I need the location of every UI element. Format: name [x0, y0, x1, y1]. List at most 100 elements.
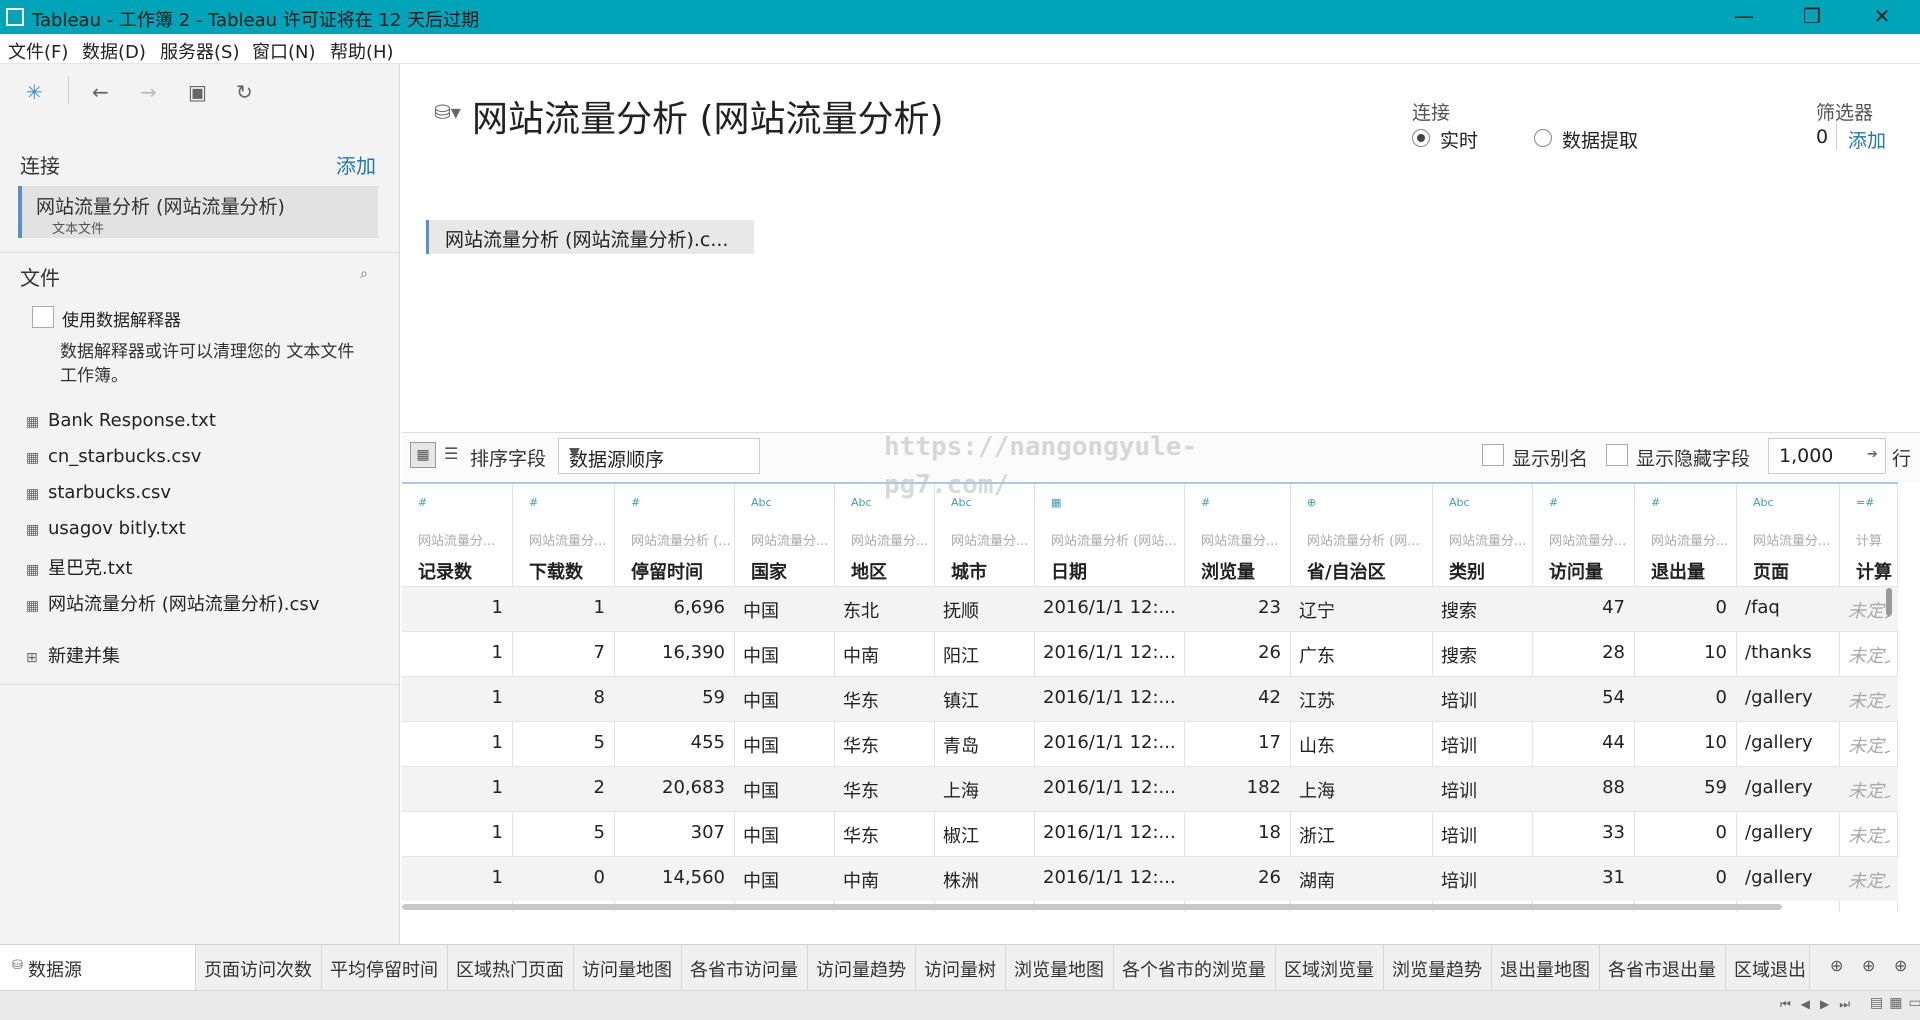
sheet-tab[interactable]: 退出量地图	[1492, 945, 1600, 991]
field-type-icon[interactable]: ⊕	[1307, 496, 1316, 509]
sheet-tab[interactable]: 访问量树	[916, 945, 1006, 991]
search-icon[interactable]: ⌕	[360, 266, 368, 282]
restore-button[interactable]: ❐	[1782, 0, 1842, 34]
add-connection-link[interactable]: 添加	[336, 150, 376, 179]
menu-data[interactable]: 数据(D)	[82, 38, 146, 64]
table-cell: 2016/1/1 12:...	[1043, 867, 1176, 888]
file-item[interactable]: ▦ Bank Response.txt	[26, 410, 216, 431]
sheet-tab[interactable]: 区域退出	[1726, 945, 1810, 991]
field-type-icon[interactable]: Abc	[1449, 496, 1470, 509]
column-source: 网站流量分...	[851, 534, 929, 549]
field-type-icon[interactable]: Abc	[851, 496, 872, 509]
tab-data-source[interactable]: 数据源	[0, 945, 196, 991]
field-type-icon[interactable]: #	[1651, 496, 1660, 509]
show-hidden-checkbox[interactable]	[1606, 444, 1628, 466]
live-radio[interactable]	[1412, 129, 1430, 147]
data-source-title[interactable]: 网站流量分析 (网站流量分析)	[472, 90, 944, 142]
sheet-tab[interactable]: 浏览量地图	[1006, 945, 1114, 991]
file-item[interactable]: ▦ usagov bitly.txt	[26, 518, 186, 539]
column-header[interactable]: 下载数	[529, 558, 611, 584]
connection-card[interactable]: 网站流量分析 (网站流量分析) 文本文件	[18, 186, 378, 238]
new-dashboard-icon[interactable]: ⊕	[1862, 956, 1875, 975]
view-mode-icons[interactable]: ▤▦▭	[1870, 995, 1920, 1011]
list-view-icon[interactable]: ☰	[444, 444, 458, 463]
table-cell: 1	[491, 777, 503, 798]
field-type-icon[interactable]: #	[529, 496, 538, 509]
file-item[interactable]: ▦ cn_starbucks.csv	[26, 446, 201, 467]
table-cell: 0	[1715, 867, 1727, 888]
field-type-icon[interactable]: #	[631, 496, 640, 509]
horizontal-scrollbar[interactable]	[402, 904, 1782, 910]
menu-help[interactable]: 帮助(H)	[330, 38, 394, 64]
field-type-icon[interactable]: #	[1201, 496, 1210, 509]
sheet-tab[interactable]: 访问量趋势	[808, 945, 916, 991]
data-source-pane: ✳ ← → ▣ ↻ 连接 添加 网站流量分析 (网站流量分析) 文本文件 文件 …	[0, 64, 400, 944]
database-icon[interactable]: ⛁▾	[434, 100, 461, 124]
back-arrow-icon[interactable]: ←	[92, 80, 109, 104]
column-header[interactable]: 日期	[1051, 558, 1181, 584]
new-story-icon[interactable]: ⊕	[1894, 956, 1907, 975]
sheet-tab[interactable]: 访问量地图	[574, 945, 682, 991]
interpreter-description: 数据解释器或许可以清理您的 文本文件 工作簿。	[60, 342, 355, 386]
table-cell: /gallery	[1745, 867, 1813, 888]
column-source: 网站流量分析 (...	[631, 534, 731, 549]
interpreter-checkbox[interactable]	[32, 306, 54, 328]
column-header[interactable]: 类别	[1449, 558, 1529, 584]
minimize-button[interactable]: —	[1714, 0, 1774, 34]
apply-arrow-icon[interactable]: ➔	[1867, 447, 1878, 462]
column-header[interactable]: 停留时间	[631, 558, 731, 584]
new-worksheet-icon[interactable]: ⊕	[1830, 956, 1843, 975]
field-type-icon[interactable]: Abc	[751, 496, 772, 509]
field-type-icon[interactable]: #	[1549, 496, 1558, 509]
column-header[interactable]: 页面	[1753, 558, 1836, 584]
column-header[interactable]: 省/自治区	[1307, 558, 1429, 584]
sheet-tab[interactable]: 各个省市的浏览量	[1114, 945, 1276, 991]
column-header[interactable]: 地区	[851, 558, 931, 584]
grid-view-icon[interactable]: ▦	[410, 442, 436, 468]
field-type-icon[interactable]: Abc	[951, 496, 972, 509]
table-pill[interactable]: 网站流量分析 (网站流量分析).c...	[426, 220, 754, 254]
file-item[interactable]: ▦ 星巴克.txt	[26, 554, 133, 580]
sheet-tab[interactable]: 区域热门页面	[448, 945, 574, 991]
field-type-icon[interactable]: ▦	[1051, 496, 1061, 509]
column-header[interactable]: 城市	[951, 558, 1031, 584]
field-type-icon[interactable]: Abc	[1753, 496, 1774, 509]
column-header[interactable]: 计算 1	[1856, 558, 1894, 584]
column-header[interactable]: 浏览量	[1201, 558, 1287, 584]
show-alias-checkbox[interactable]	[1482, 444, 1504, 466]
menu-window[interactable]: 窗口(N)	[252, 38, 316, 64]
sort-order-select[interactable]: 数据源顺序 ▼	[558, 438, 760, 474]
new-union-item[interactable]: ⊞ 新建并集	[26, 642, 120, 668]
column-header[interactable]: 记录数	[418, 558, 509, 584]
table-cell: 17	[1258, 732, 1281, 753]
row-count-input[interactable]: 1,000 ➔	[1768, 438, 1886, 474]
sheet-tab[interactable]: 各省市退出量	[1600, 945, 1726, 991]
sheet-tab[interactable]: 浏览量趋势	[1384, 945, 1492, 991]
column-header[interactable]: 国家	[751, 558, 831, 584]
column-header[interactable]: 退出量	[1651, 558, 1733, 584]
field-type-icon[interactable]: #	[418, 496, 427, 509]
file-item[interactable]: ▦ starbucks.csv	[26, 482, 171, 503]
forward-arrow-icon[interactable]: →	[140, 80, 157, 104]
sheet-tab[interactable]: 平均停留时间	[322, 945, 448, 991]
table-cell: 59	[1704, 777, 1727, 798]
save-icon[interactable]: ▣	[188, 80, 207, 104]
sheet-nav-arrows-icon[interactable]: ⏮◀▶⏭	[1780, 997, 1860, 1012]
close-button[interactable]: ✕	[1852, 0, 1912, 34]
refresh-icon[interactable]: ↻	[236, 80, 253, 104]
file-item[interactable]: ▦ 网站流量分析 (网站流量分析).csv	[26, 590, 319, 616]
tableau-home-icon[interactable]: ✳	[26, 80, 43, 104]
sheet-tab[interactable]: 各省市访问量	[682, 945, 808, 991]
column-source: 网站流量分...	[1651, 534, 1729, 549]
sheet-tab[interactable]: 区域浏览量	[1276, 945, 1384, 991]
add-filter-link[interactable]: 添加	[1848, 126, 1886, 153]
extract-radio[interactable]	[1534, 129, 1552, 147]
column-header[interactable]: 访问量	[1549, 558, 1631, 584]
vertical-scrollbar[interactable]	[1886, 588, 1892, 616]
field-type-icon[interactable]: =#	[1856, 496, 1874, 509]
menu-server[interactable]: 服务器(S)	[160, 38, 239, 64]
table-cell: 47	[1602, 597, 1625, 618]
table-cell: 455	[690, 732, 725, 753]
sheet-tab[interactable]: 页面访问次数	[196, 945, 322, 991]
menu-file[interactable]: 文件(F)	[8, 38, 68, 64]
